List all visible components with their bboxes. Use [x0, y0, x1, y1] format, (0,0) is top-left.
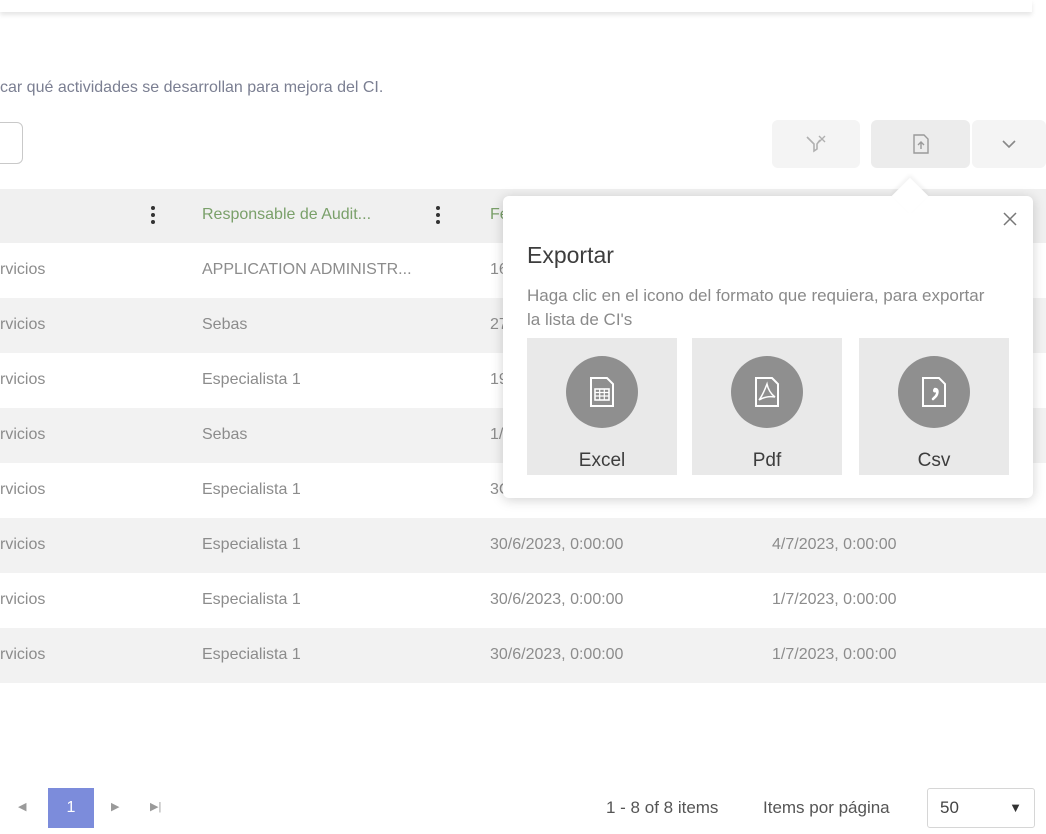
cell-fecha-fin: 1/7/2023, 0:00:00 [772, 646, 897, 663]
cell-fecha: 1/ [490, 426, 504, 443]
export-csv-button[interactable]: Csv [859, 338, 1009, 475]
items-per-page-value: 50 [940, 798, 959, 817]
close-icon[interactable] [1001, 210, 1019, 228]
previous-page-icon[interactable]: ◀ [18, 800, 26, 813]
cell-category: rvicios [0, 316, 46, 333]
cell-responsable: Especialista 1 [202, 536, 301, 553]
cell-category: rvicios [0, 481, 46, 498]
items-per-page-label: Items por página [763, 798, 890, 817]
chevron-down-icon [1002, 139, 1016, 148]
cell-responsable: Sebas [202, 316, 248, 333]
export-pdf-button[interactable]: Pdf [692, 338, 842, 475]
pagination-info: 1 - 8 of 8 items [606, 798, 719, 817]
top-header-bar [0, 0, 1032, 12]
pdf-label: Pdf [752, 450, 782, 471]
column-header-responsable[interactable]: Responsable de Audit... [202, 206, 371, 224]
cell-fecha-fin: 4/7/2023, 0:00:00 [772, 536, 897, 553]
cell-fecha: 30/6/2023, 0:00:00 [490, 536, 624, 553]
export-file-icon [912, 134, 929, 154]
next-page-icon[interactable]: ▶ [111, 800, 119, 813]
current-page-button[interactable]: 1 [48, 788, 94, 828]
export-popover-text: Haga clic en el icono del formato que re… [527, 286, 985, 329]
dropdown-arrow-icon: ▼ [1009, 800, 1022, 815]
cell-fecha-fin: 1/7/2023, 0:00:00 [772, 591, 897, 608]
export-excel-button[interactable]: Excel [527, 338, 677, 475]
cell-category: rvicios [0, 371, 46, 388]
page-description: car qué actividades se desarrollan para … [0, 79, 384, 96]
items-per-page-select[interactable]: 50 ▼ [927, 788, 1035, 828]
column-menu-icon[interactable] [433, 203, 443, 227]
cell-fecha: 30/6/2023, 0:00:00 [490, 591, 624, 608]
cell-responsable: Especialista 1 [202, 371, 301, 388]
csv-icon [898, 356, 970, 428]
table-row[interactable]: rvicios Especialista 1 30/6/2023, 0:00:0… [0, 518, 1046, 573]
cell-category: rvicios [0, 591, 46, 608]
cell-responsable: Especialista 1 [202, 591, 301, 608]
cell-category: rvicios [0, 426, 46, 443]
cell-category: rvicios [0, 536, 46, 553]
cell-category: rvicios [0, 646, 46, 663]
cell-responsable: Especialista 1 [202, 481, 301, 498]
table-row[interactable]: rvicios Especialista 1 30/6/2023, 0:00:0… [0, 628, 1046, 683]
cell-category: rvicios [0, 261, 46, 278]
cell-responsable: Especialista 1 [202, 646, 301, 663]
column-menu-icon[interactable] [148, 203, 158, 227]
clear-filter-button[interactable] [772, 120, 860, 168]
cell-responsable: Sebas [202, 426, 248, 443]
clear-filter-icon [806, 135, 826, 153]
pagination: ◀ 1 ▶ ▶| 1 - 8 of 8 items Items por pági… [0, 788, 1046, 828]
search-input[interactable] [0, 122, 23, 164]
cell-fecha: 30/6/2023, 0:00:00 [490, 646, 624, 663]
csv-label: Csv [917, 450, 951, 471]
more-options-button[interactable] [972, 120, 1046, 168]
pdf-icon [731, 356, 803, 428]
last-page-icon[interactable]: ▶| [150, 800, 161, 813]
export-popover-title: Exportar [527, 242, 614, 268]
excel-icon [566, 356, 638, 428]
table-row[interactable]: rvicios Especialista 1 30/6/2023, 0:00:0… [0, 573, 1046, 628]
excel-label: Excel [578, 450, 626, 471]
cell-responsable: APPLICATION ADMINISTR... [202, 261, 412, 278]
export-button[interactable] [871, 120, 970, 168]
export-popover: Exportar Haga clic en el icono del forma… [503, 196, 1033, 498]
